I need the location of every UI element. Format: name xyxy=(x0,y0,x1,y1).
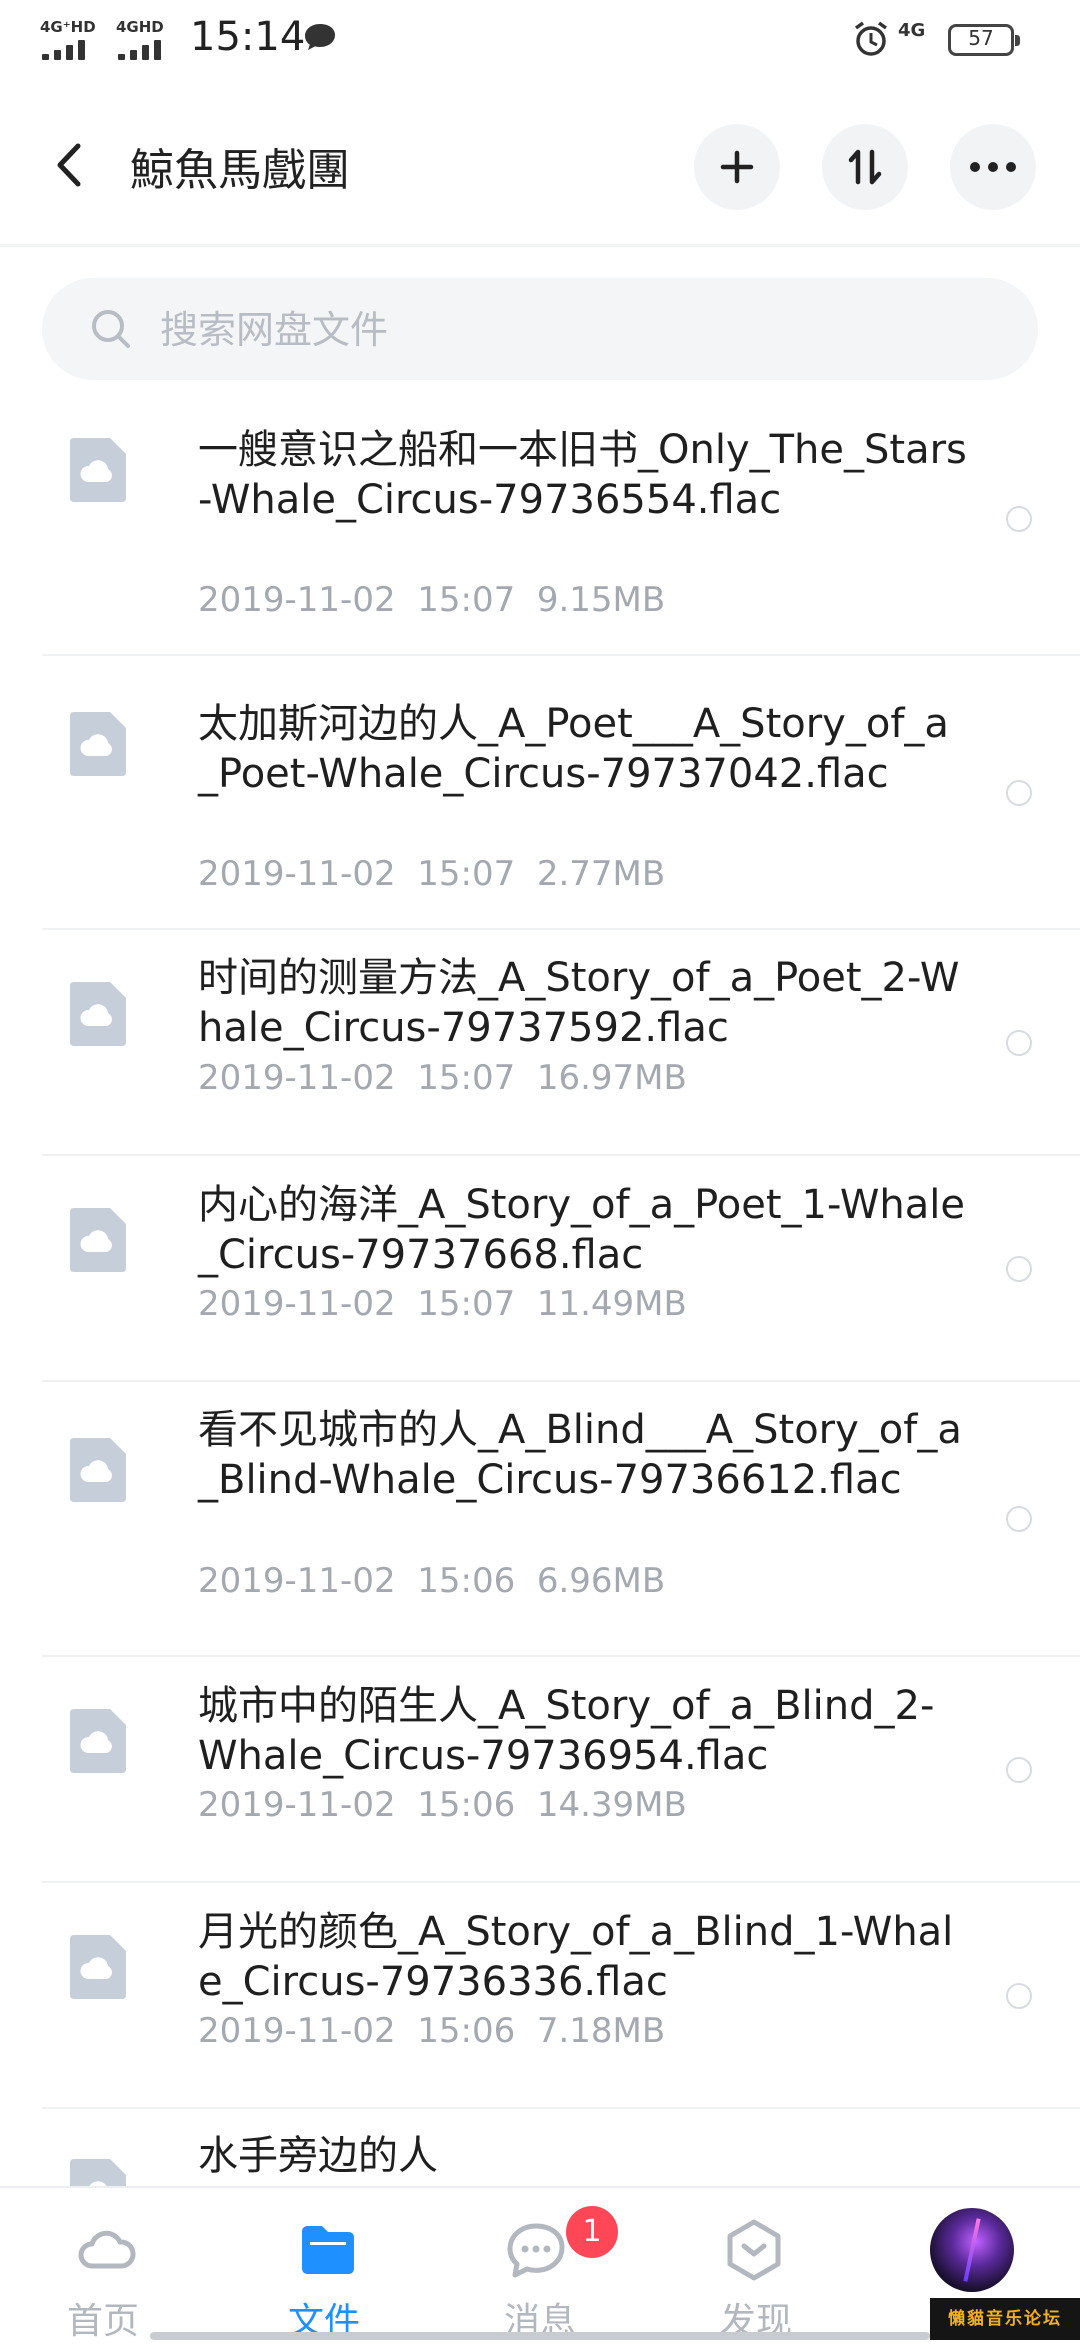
file-name: 时间的测量方法_A_Story_of_a_Poet_2-Whale_Circus… xyxy=(198,955,960,1051)
file-name: 内心的海洋_A_Story_of_a_Poet_1-Whale_Circus-7… xyxy=(198,1182,965,1278)
network-type-2: 4GHD xyxy=(116,18,164,36)
file-meta: 2019-11-02 15:06 6.96MB xyxy=(198,1561,665,1601)
message-badge: 1 xyxy=(566,2206,618,2258)
file-date: 2019-11-02 xyxy=(198,580,396,620)
file-row[interactable]: 月光的颜色_A_Story_of_a_Blind_1-Whale_Circus-… xyxy=(0,1883,1080,2109)
search-input[interactable] xyxy=(158,278,1002,382)
file-time: 15:07 xyxy=(417,580,516,620)
status-bar: 4G⁺HD 4GHD 15:14 4G 57 xyxy=(0,0,1080,82)
file-time: 15:06 xyxy=(417,2011,516,2051)
file-date: 2019-11-02 xyxy=(198,2011,396,2051)
avatar[interactable] xyxy=(930,2208,1014,2292)
header: 鯨魚馬戲團 xyxy=(0,82,1080,247)
search-bar[interactable] xyxy=(42,278,1038,382)
more-icon xyxy=(970,162,1016,172)
file-icon xyxy=(70,1935,126,1999)
file-date: 2019-11-02 xyxy=(198,1058,396,1098)
file-meta: 2019-11-02 15:07 16.97MB xyxy=(198,1058,687,1098)
file-icon xyxy=(70,712,126,776)
more-button[interactable] xyxy=(950,124,1036,210)
select-checkbox[interactable] xyxy=(1006,780,1032,806)
nav-discover[interactable]: 发现 xyxy=(648,2188,864,2342)
file-list: 一艘意识之船和一本旧书_Only_The_Stars-Whale_Circus-… xyxy=(0,400,1080,2259)
file-size: 16.97MB xyxy=(536,1058,687,1098)
alarm-icon xyxy=(854,21,888,56)
battery-level: 57 xyxy=(968,26,994,50)
back-button[interactable] xyxy=(48,140,88,190)
select-checkbox[interactable] xyxy=(1006,1506,1032,1532)
select-checkbox[interactable] xyxy=(1006,1256,1032,1282)
watermark: 懶貓音乐论坛 xyxy=(930,2298,1080,2340)
file-meta: 2019-11-02 15:07 9.15MB xyxy=(198,580,665,620)
file-name: 月光的颜色_A_Story_of_a_Blind_1-Whale_Circus-… xyxy=(198,1909,954,2005)
select-checkbox[interactable] xyxy=(1006,1030,1032,1056)
nav-messages[interactable]: 消息 xyxy=(432,2188,648,2342)
chat-bubble-icon xyxy=(305,24,335,50)
file-time: 15:06 xyxy=(417,1561,516,1601)
file-size: 11.49MB xyxy=(536,1284,687,1324)
file-date: 2019-11-02 xyxy=(198,1561,396,1601)
cloud-home-icon xyxy=(78,2230,136,2269)
sort-icon xyxy=(848,149,882,185)
select-checkbox[interactable] xyxy=(1006,1757,1032,1783)
sort-button[interactable] xyxy=(822,124,908,210)
file-icon xyxy=(70,1709,126,1773)
search-icon xyxy=(92,310,130,348)
file-meta: 2019-11-02 15:07 11.49MB xyxy=(198,1284,687,1324)
file-time: 15:07 xyxy=(417,1058,516,1098)
file-time: 15:07 xyxy=(417,1284,516,1324)
battery-icon: 57 xyxy=(948,24,1020,56)
file-size: 9.15MB xyxy=(536,580,666,620)
plus-icon xyxy=(720,150,754,184)
network-type-right: 4G xyxy=(898,20,926,41)
add-button[interactable] xyxy=(694,124,780,210)
file-size: 6.96MB xyxy=(536,1561,666,1601)
file-icon xyxy=(70,982,126,1046)
file-size: 2.77MB xyxy=(536,854,666,894)
clock: 15:14 xyxy=(190,14,306,60)
file-row[interactable]: 时间的测量方法_A_Story_of_a_Poet_2-Whale_Circus… xyxy=(0,930,1080,1156)
file-name: 看不见城市的人_A_Blind___A_Story_of_a_Blind-Wha… xyxy=(198,1407,962,1503)
file-meta: 2019-11-02 15:06 14.39MB xyxy=(198,1785,687,1825)
file-row[interactable]: 城市中的陌生人_A_Story_of_a_Blind_2-Whale_Circu… xyxy=(0,1657,1080,1883)
file-icon xyxy=(70,1208,126,1272)
file-name: 城市中的陌生人_A_Story_of_a_Blind_2-Whale_Circu… xyxy=(198,1683,935,1779)
file-time: 15:06 xyxy=(417,1785,516,1825)
file-name: 一艘意识之船和一本旧书_Only_The_Stars-Whale_Circus-… xyxy=(198,427,967,523)
bottom-nav: 首页 文件 消息 发现 xyxy=(0,2186,1080,2342)
file-date: 2019-11-02 xyxy=(198,1284,396,1324)
file-name: 水手旁边的人 xyxy=(198,2133,438,2179)
file-name: 太加斯河边的人_A_Poet___A_Story_of_a_Poet-Whale… xyxy=(198,701,949,797)
file-row[interactable]: 太加斯河边的人_A_Poet___A_Story_of_a_Poet-Whale… xyxy=(0,656,1080,930)
folder-icon xyxy=(302,2226,354,2274)
file-size: 7.18MB xyxy=(536,2011,666,2051)
file-icon xyxy=(70,438,126,502)
file-meta: 2019-11-02 15:06 7.18MB xyxy=(198,2011,665,2051)
select-checkbox[interactable] xyxy=(1006,506,1032,532)
file-size: 14.39MB xyxy=(536,1785,687,1825)
file-date: 2019-11-02 xyxy=(198,854,396,894)
page-title: 鯨魚馬戲團 xyxy=(130,145,350,196)
home-indicator xyxy=(150,2332,930,2340)
file-row[interactable]: 一艘意识之船和一本旧书_Only_The_Stars-Whale_Circus-… xyxy=(0,400,1080,656)
file-meta: 2019-11-02 15:07 2.77MB xyxy=(198,854,665,894)
discover-icon xyxy=(727,2219,781,2281)
file-row[interactable]: 看不见城市的人_A_Blind___A_Story_of_a_Blind-Wha… xyxy=(0,1382,1080,1657)
message-icon xyxy=(507,2223,565,2278)
network-type-1: 4G⁺HD xyxy=(40,18,96,36)
nav-home[interactable]: 首页 xyxy=(0,2188,216,2342)
file-date: 2019-11-02 xyxy=(198,1785,396,1825)
file-row[interactable]: 内心的海洋_A_Story_of_a_Poet_1-Whale_Circus-7… xyxy=(0,1156,1080,1382)
nav-files[interactable]: 文件 xyxy=(216,2188,432,2342)
select-checkbox[interactable] xyxy=(1006,1983,1032,2009)
file-icon xyxy=(70,1438,126,1502)
file-time: 15:07 xyxy=(417,854,516,894)
